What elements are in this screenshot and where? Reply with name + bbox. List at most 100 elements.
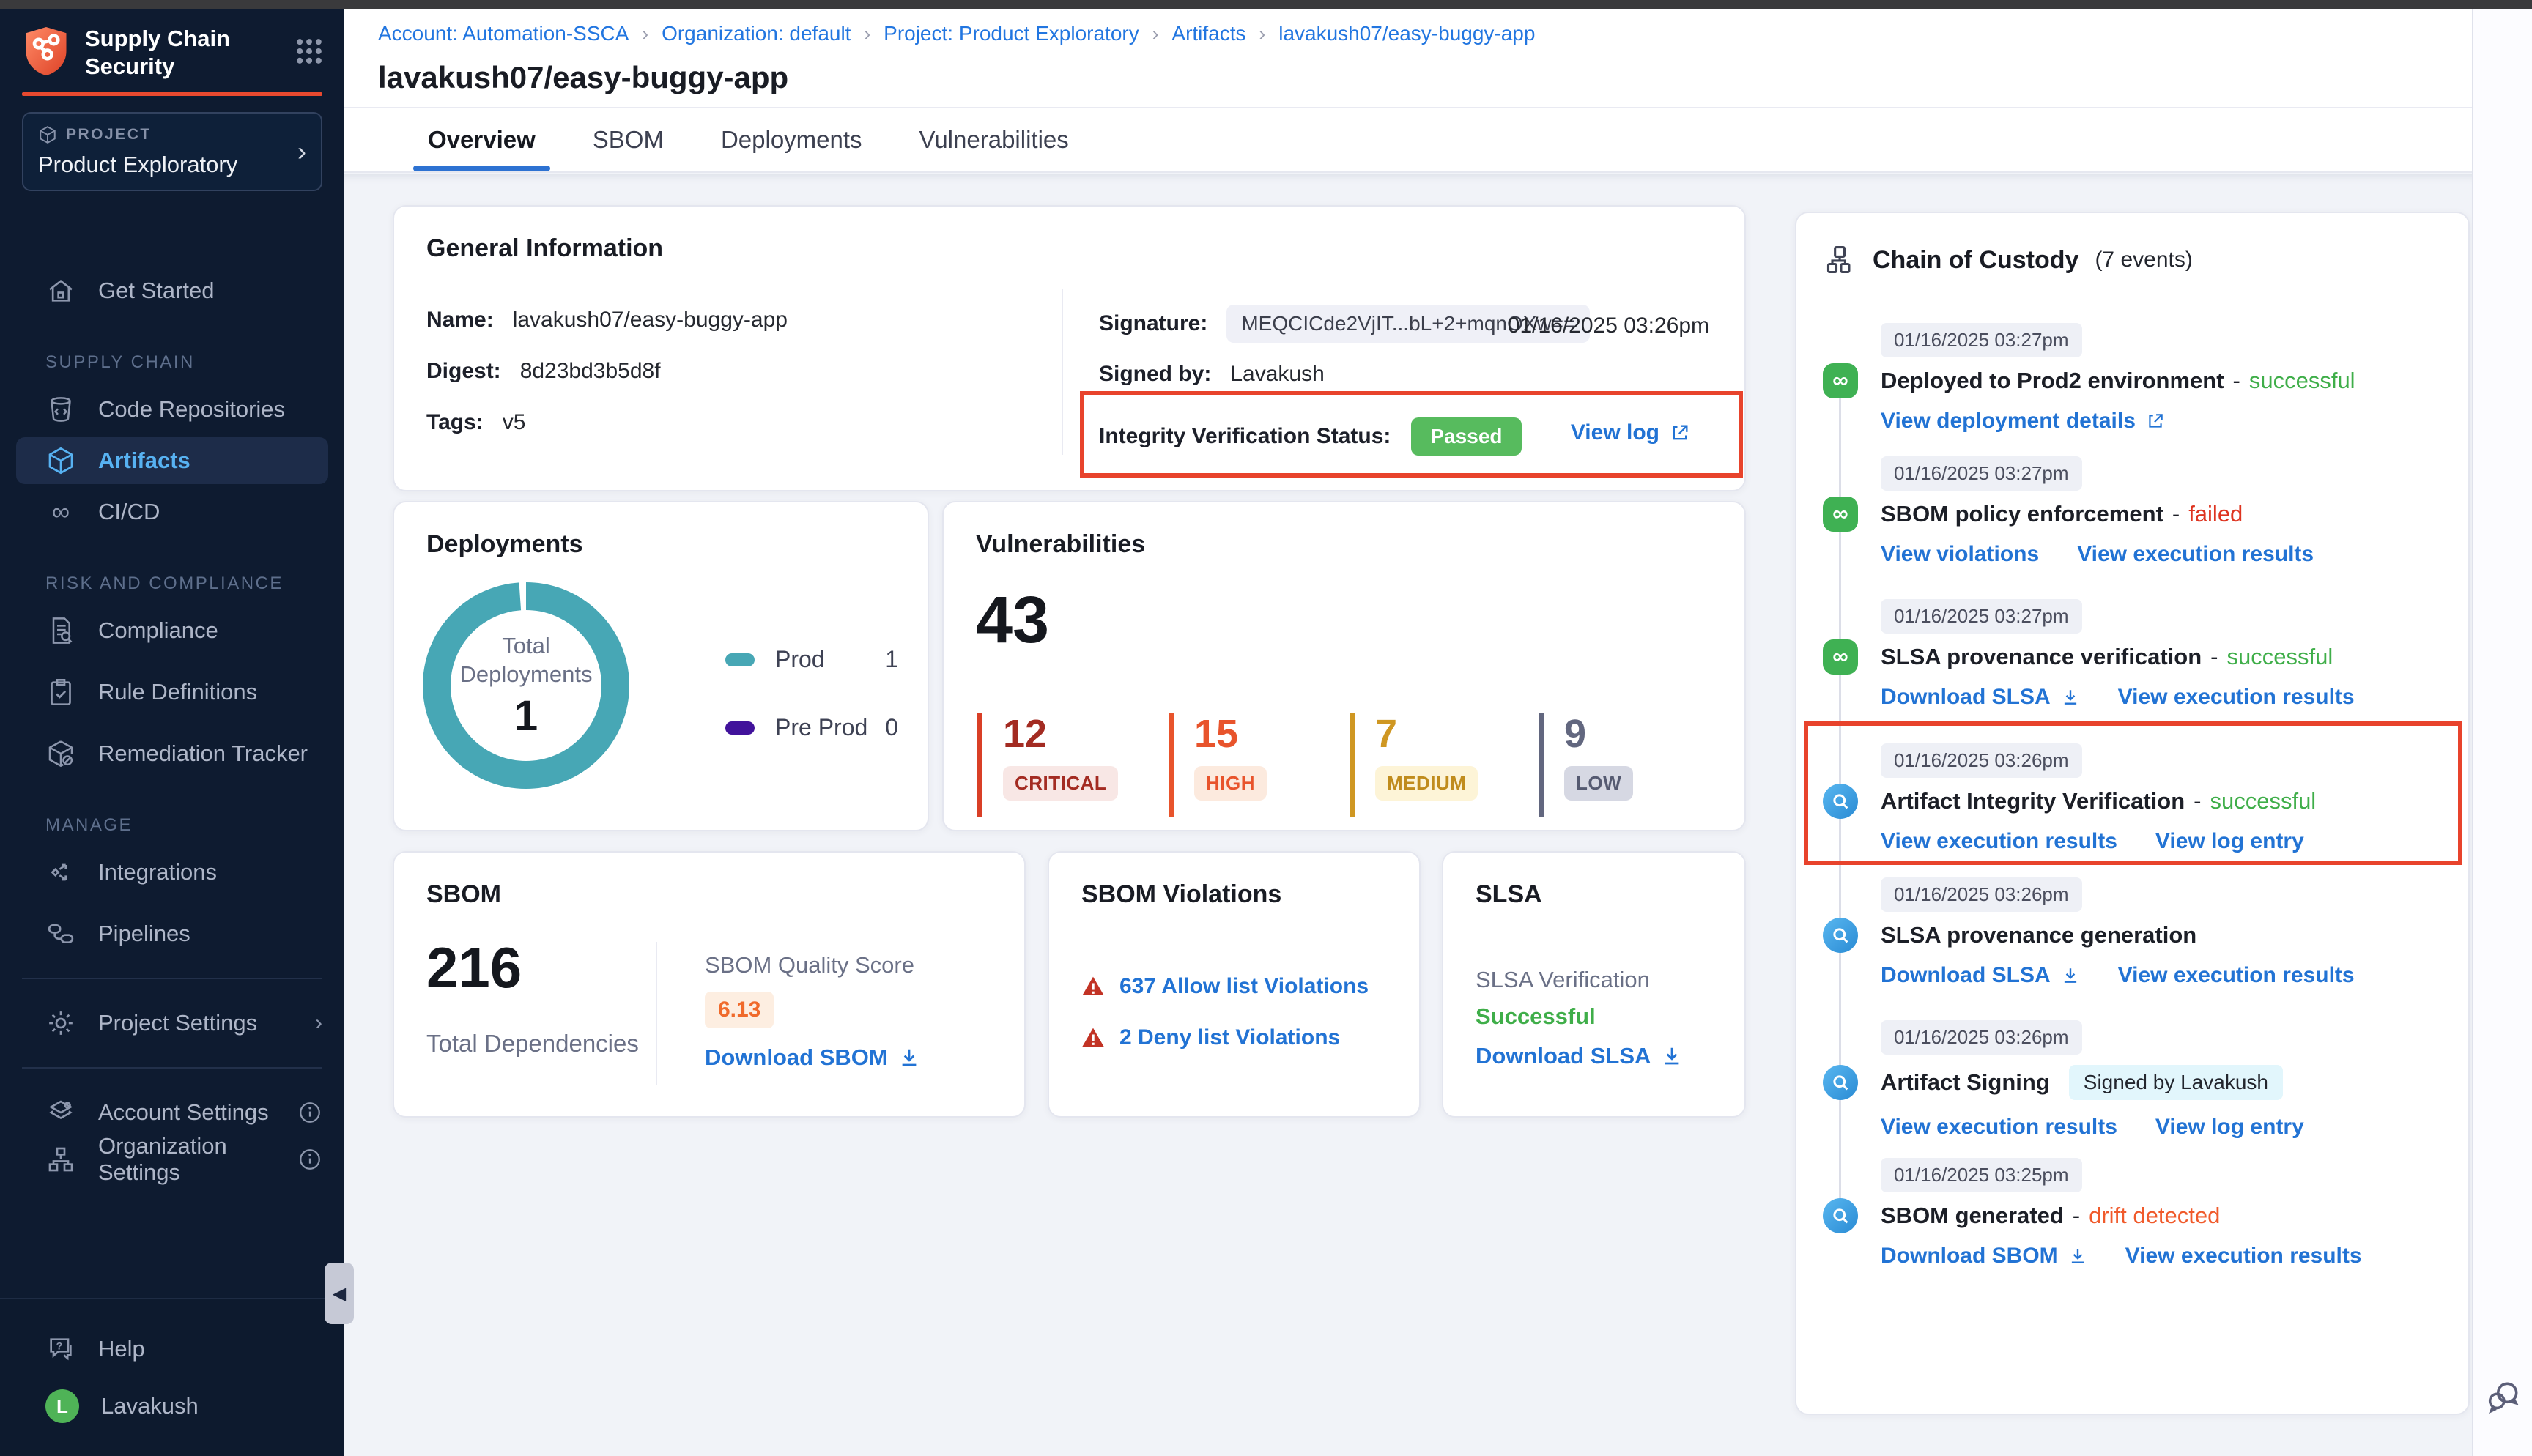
tab-vulnerabilities[interactable]: Vulnerabilities — [915, 108, 1073, 171]
tab-deployments[interactable]: Deployments — [717, 108, 867, 171]
sidebar-item-get-started[interactable]: Get Started — [0, 267, 344, 314]
sidebar-collapse-handle[interactable]: ◀ — [325, 1263, 354, 1324]
event-title: SBOM policy enforcement — [1881, 501, 2163, 527]
download-slsa-link[interactable]: Download SLSA — [1476, 1043, 1683, 1069]
timeline-event: 01/16/2025 03:27pm ∞ SBOM policy enforce… — [1826, 456, 2442, 567]
repo-icon — [45, 394, 76, 425]
project-selector[interactable]: PROJECT Product Exploratory › — [22, 112, 322, 191]
chat-support-icon[interactable] — [2485, 1378, 2522, 1415]
scan-icon — [1823, 1198, 1858, 1233]
download-sbom-wrap: Download SBOM — [705, 1044, 920, 1071]
divider — [656, 942, 657, 1085]
pipeline-icon: ∞ — [1823, 639, 1858, 675]
event-status: drift detected — [2089, 1203, 2220, 1229]
view-log-entry-link[interactable]: View log entry — [2155, 1115, 2304, 1140]
digest-value: 8d23bd3b5d8f — [520, 359, 661, 384]
slsa-verification-label: SLSA Verification — [1476, 967, 1650, 993]
breadcrumb-account[interactable]: Account: Automation-SSCA — [378, 22, 629, 45]
card-title: SBOM — [426, 880, 501, 909]
total-dependencies-value: 216 — [426, 935, 522, 1001]
doc-search-icon — [45, 615, 76, 646]
info-icon[interactable] — [297, 1147, 322, 1172]
legend-item-prod[interactable]: Prod 1 — [725, 646, 898, 673]
sidebar-footer: ? Help L Lavakush — [0, 1298, 344, 1456]
sidebar-item-rule-definitions[interactable]: Rule Definitions — [0, 669, 344, 716]
sidebar-item-label: Rule Definitions — [98, 679, 257, 705]
sidebar-item-label: Compliance — [98, 617, 218, 644]
view-execution-results-link[interactable]: View execution results — [2118, 685, 2355, 710]
pipeline-icon: ∞ — [1823, 363, 1858, 398]
download-slsa-link[interactable]: Download SLSA — [1881, 685, 2080, 710]
vulnerabilities-card: Vulnerabilities 43 12 CRITICAL 15 HIGH 7… — [942, 501, 1746, 831]
sidebar-item-label: Remediation Tracker — [98, 740, 308, 767]
gear-icon — [45, 1008, 76, 1039]
hierarchy-icon — [1824, 244, 1857, 276]
tab-sbom[interactable]: SBOM — [588, 108, 668, 171]
event-status: failed — [2188, 501, 2243, 527]
deny-list-violations-link[interactable]: 2 Deny list Violations — [1081, 1025, 1340, 1050]
severity-badge: LOW — [1564, 766, 1633, 801]
download-slsa-link[interactable]: Download SLSA — [1881, 963, 2080, 988]
scan-icon — [1823, 918, 1858, 953]
scan-icon — [1823, 1065, 1858, 1100]
pipeline-icon: ∞ — [1823, 497, 1858, 532]
event-timestamp: 01/16/2025 03:27pm — [1881, 599, 2082, 634]
sidebar-item-cicd[interactable]: ∞ CI/CD — [0, 489, 344, 535]
breadcrumb-current[interactable]: lavakush07/easy-buggy-app — [1278, 22, 1535, 45]
breadcrumb-organization[interactable]: Organization: default — [662, 22, 851, 45]
chevron-right-icon: › — [315, 1011, 322, 1036]
project-cube-icon — [38, 125, 57, 144]
sidebar-item-user[interactable]: L Lavakush — [0, 1383, 344, 1430]
download-icon — [2061, 966, 2080, 985]
sidebar-item-label: Artifacts — [98, 447, 190, 474]
sidebar-item-account-settings[interactable]: Account Settings — [0, 1089, 344, 1136]
sidebar-item-project-settings[interactable]: Project Settings › — [0, 1000, 344, 1047]
sidebar-item-remediation-tracker[interactable]: Remediation Tracker — [0, 730, 344, 777]
sidebar-item-label: Organization Settings — [98, 1133, 275, 1186]
view-execution-results-link[interactable]: View execution results — [1881, 1115, 2117, 1140]
severity-medium: 7 MEDIUM — [1350, 713, 1478, 817]
timeline-event: 01/16/2025 03:27pm ∞ SLSA provenance ver… — [1826, 599, 2442, 710]
allow-list-violations-link[interactable]: 637 Allow list Violations — [1081, 974, 1369, 999]
event-timestamp: 01/16/2025 03:25pm — [1881, 1158, 2082, 1192]
page-title: lavakush07/easy-buggy-app — [378, 60, 2473, 95]
main-area: Account: Automation-SSCA › Organization:… — [344, 9, 2473, 1456]
tab-overview[interactable]: Overview — [423, 108, 540, 171]
supply-chain-security-logo-icon — [22, 25, 70, 78]
sidebar-item-compliance[interactable]: Compliance — [0, 607, 344, 654]
total-deployments-value: 1 — [514, 691, 538, 740]
home-icon — [45, 275, 76, 306]
download-sbom-link[interactable]: Download SBOM — [1881, 1244, 2087, 1269]
clipboard-check-icon — [45, 677, 76, 707]
legend-item-preprod[interactable]: Pre Prod 0 — [725, 714, 898, 741]
status-badge: Passed — [1411, 417, 1521, 456]
severity-high: 15 HIGH — [1169, 713, 1267, 817]
view-deployment-details-link[interactable]: View deployment details — [1881, 409, 2165, 434]
download-sbom-link[interactable]: Download SBOM — [705, 1044, 920, 1071]
sidebar-item-artifacts[interactable]: Artifacts — [16, 437, 328, 484]
sidebar-item-code-repositories[interactable]: Code Repositories — [0, 386, 344, 433]
sidebar-item-integrations[interactable]: Integrations — [0, 849, 344, 896]
breadcrumb-project[interactable]: Project: Product Exploratory — [884, 22, 1139, 45]
card-title: SLSA — [1476, 880, 1542, 909]
view-execution-results-link[interactable]: View execution results — [2118, 963, 2355, 988]
prod-count: 1 — [885, 646, 898, 673]
download-icon — [1661, 1045, 1683, 1067]
view-violations-link[interactable]: View violations — [1881, 542, 2039, 567]
breadcrumb-separator-icon: › — [864, 23, 870, 45]
avatar: L — [45, 1389, 79, 1423]
breadcrumb-artifacts[interactable]: Artifacts — [1171, 22, 1245, 45]
view-execution-results-link[interactable]: View execution results — [2077, 542, 2314, 567]
view-execution-results-link[interactable]: View execution results — [2125, 1244, 2362, 1269]
app-grid-icon[interactable] — [293, 35, 325, 67]
sidebar-item-pipelines[interactable]: Pipelines — [0, 910, 344, 957]
preprod-swatch-icon — [725, 721, 755, 735]
help-chat-icon: ? — [45, 1334, 76, 1364]
section-header-manage: MANAGE — [45, 815, 344, 836]
info-icon[interactable] — [297, 1100, 322, 1125]
integrations-icon — [45, 857, 76, 888]
view-log-link[interactable]: View log — [1571, 420, 1690, 445]
warning-icon — [1081, 1026, 1105, 1050]
sidebar-item-help[interactable]: ? Help — [0, 1326, 344, 1373]
sidebar-item-organization-settings[interactable]: Organization Settings — [0, 1136, 344, 1183]
